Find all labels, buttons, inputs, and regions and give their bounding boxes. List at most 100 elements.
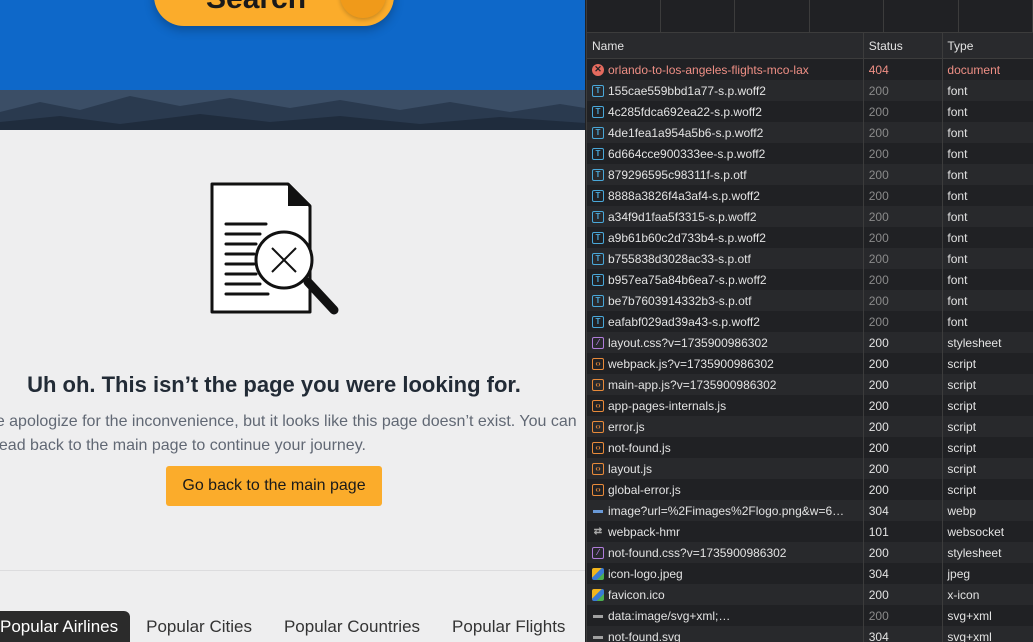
request-status: 200 bbox=[864, 269, 944, 290]
font-icon: T bbox=[592, 294, 604, 307]
request-name: favicon.ico bbox=[608, 587, 665, 602]
request-status: 200 bbox=[864, 479, 944, 500]
request-name: not-found.css?v=1735900986302 bbox=[608, 545, 787, 560]
script-icon: ‹› bbox=[592, 399, 604, 412]
request-type: font bbox=[947, 251, 968, 266]
request-status: 200 bbox=[864, 227, 944, 248]
network-request-row[interactable]: T 4de1fea1a954a5b6-s.p.woff2 200 font bbox=[587, 122, 1033, 143]
network-request-row[interactable]: T 6d664cce900333ee-s.p.woff2 200 font bbox=[587, 143, 1033, 164]
request-status: 200 bbox=[864, 416, 944, 437]
network-request-row[interactable]: T 879296595c98311f-s.p.otf 200 font bbox=[587, 164, 1033, 185]
request-type: x-icon bbox=[947, 587, 980, 602]
tab-popular-cities[interactable]: Popular Cities bbox=[146, 611, 252, 642]
error-message-line-1: We apologize for the inconvenience, but … bbox=[0, 413, 577, 430]
webp-icon: ▬ bbox=[593, 505, 603, 516]
network-request-row[interactable]: ▬ image?url=%2Fimages%2Flogo.png&w=6… 304 w… bbox=[587, 500, 1033, 521]
network-request-row[interactable]: T 4c285fdca692ea22-s.p.woff2 200 font bbox=[587, 101, 1033, 122]
network-timeline-overview[interactable] bbox=[587, 0, 1033, 33]
request-type: script bbox=[947, 461, 977, 476]
network-request-row[interactable]: ‹› global-error.js 200 script bbox=[587, 479, 1033, 500]
tab-popular-countries[interactable]: Popular Countries bbox=[284, 611, 420, 642]
request-name: 879296595c98311f-s.p.otf bbox=[608, 167, 747, 182]
section-divider bbox=[0, 570, 585, 571]
network-request-row[interactable]: ▬ not-found.svg 304 svg+xml bbox=[587, 626, 1033, 642]
script-icon: ‹› bbox=[592, 357, 604, 370]
request-type: font bbox=[947, 230, 968, 245]
network-request-row[interactable]: ‹› layout.js 200 script bbox=[587, 458, 1033, 479]
request-status: 200 bbox=[864, 101, 944, 122]
request-type: jpeg bbox=[947, 566, 971, 581]
request-name: not-found.svg bbox=[608, 629, 681, 642]
network-request-row[interactable]: ⇄ webpack-hmr 101 websocket bbox=[587, 521, 1033, 542]
network-request-row[interactable]: ✕ orlando-to-los-angeles-flights-mco-lax 4… bbox=[587, 59, 1033, 80]
request-name: 6d664cce900333ee-s.p.woff2 bbox=[608, 146, 766, 161]
request-name: 4de1fea1a954a5b6-s.p.woff2 bbox=[608, 125, 764, 140]
request-name: icon-logo.jpeg bbox=[608, 566, 683, 581]
request-name: a34f9d1faa5f3315-s.p.woff2 bbox=[608, 209, 757, 224]
network-request-row[interactable]: icon-logo.jpeg 304 jpeg bbox=[587, 563, 1033, 584]
font-icon: T bbox=[592, 84, 604, 97]
network-request-row[interactable]: Tb755838d3028ac33-s.p.otf 200 font bbox=[587, 248, 1033, 269]
request-name: global-error.js bbox=[608, 482, 681, 497]
request-type: svg+xml bbox=[947, 608, 992, 623]
network-request-row[interactable]: ‹› error.js 200 script bbox=[587, 416, 1033, 437]
request-type: script bbox=[947, 377, 977, 392]
network-request-row[interactable]: T 8888a3826f4a3af4-s.p.woff2 200 font bbox=[587, 185, 1033, 206]
devtools-network-panel: Name Status Type ✕ orlando-to-los-angeles… bbox=[586, 0, 1033, 642]
request-name: webpack-hmr bbox=[608, 524, 681, 539]
script-icon: ‹› bbox=[592, 441, 604, 454]
request-type: font bbox=[947, 83, 968, 98]
network-request-row[interactable]: Tb957ea75a84b6ea7-s.p.woff2 200 font bbox=[587, 269, 1033, 290]
network-request-row[interactable]: ▬ data:image/svg+xml;… 200 svg+xml bbox=[587, 605, 1033, 626]
request-status: 200 bbox=[864, 248, 944, 269]
request-type: document bbox=[947, 62, 1001, 77]
font-icon: T bbox=[592, 126, 604, 139]
request-status: 200 bbox=[864, 542, 944, 563]
column-header-name[interactable]: Name bbox=[587, 33, 864, 58]
column-header-status[interactable]: Status bbox=[864, 33, 944, 58]
search-button[interactable]: Search bbox=[154, 0, 394, 26]
request-name: eafabf029ad39a43-s.p.woff2 bbox=[608, 314, 760, 329]
tab-popular-airlines[interactable]: Popular Airlines bbox=[0, 611, 131, 642]
network-request-row[interactable]: Ta34f9d1faa5f3315-s.p.woff2 200 font bbox=[587, 206, 1033, 227]
request-type: websocket bbox=[947, 524, 1005, 539]
request-status: 200 bbox=[864, 164, 944, 185]
request-status: 200 bbox=[864, 185, 944, 206]
svg-icon: ▬ bbox=[593, 610, 603, 621]
request-name: 155cae559bbd1a77-s.p.woff2 bbox=[608, 83, 766, 98]
tab-popular-flights[interactable]: Popular Flights bbox=[452, 611, 565, 642]
column-header-type[interactable]: Type bbox=[943, 33, 1033, 58]
network-request-row[interactable]: ‹› webpack.js?v=1735900986302 200 script bbox=[587, 353, 1033, 374]
hero-banner: Search bbox=[0, 0, 585, 90]
request-type: font bbox=[947, 293, 968, 308]
request-status: 304 bbox=[864, 563, 944, 584]
request-type: font bbox=[947, 167, 968, 182]
request-type: stylesheet bbox=[947, 335, 1002, 350]
network-request-row[interactable]: Tbe7b7603914332b3-s.p.otf 200 font bbox=[587, 290, 1033, 311]
network-request-row[interactable]: T 155cae559bbd1a77-s.p.woff2 200 font bbox=[587, 80, 1033, 101]
font-icon: T bbox=[592, 189, 604, 202]
font-icon: T bbox=[592, 273, 604, 286]
script-icon: ‹› bbox=[592, 378, 604, 391]
network-request-row[interactable]: ‹› app-pages-internals.js 200 script bbox=[587, 395, 1033, 416]
font-icon: T bbox=[592, 168, 604, 181]
network-request-row[interactable]: ⁄ not-found.css?v=1735900986302 200 stylesh… bbox=[587, 542, 1033, 563]
network-request-row[interactable]: ‹› not-found.js 200 script bbox=[587, 437, 1033, 458]
network-request-row[interactable]: ‹› main-app.js?v=1735900986302 200 script bbox=[587, 374, 1033, 395]
font-icon: T bbox=[592, 252, 604, 265]
request-name: a9b61b60c2d733b4-s.p.woff2 bbox=[608, 230, 766, 245]
request-status: 200 bbox=[864, 332, 944, 353]
request-type: svg+xml bbox=[947, 629, 992, 642]
network-request-row[interactable]: ⁄ layout.css?v=1735900986302 200 stylesheet bbox=[587, 332, 1033, 353]
document-search-error-icon bbox=[200, 176, 345, 321]
request-name: error.js bbox=[608, 419, 645, 434]
request-name: b957ea75a84b6ea7-s.p.woff2 bbox=[608, 272, 767, 287]
font-icon: T bbox=[592, 147, 604, 160]
network-request-row[interactable]: Teafabf029ad39a43-s.p.woff2 200 font bbox=[587, 311, 1033, 332]
network-request-row[interactable]: favicon.ico 200 x-icon bbox=[587, 584, 1033, 605]
request-name: layout.js bbox=[608, 461, 653, 476]
font-icon: T bbox=[592, 315, 604, 328]
go-back-home-button[interactable]: Go back to the main page bbox=[166, 466, 382, 506]
request-status: 200 bbox=[864, 353, 944, 374]
network-request-row[interactable]: Ta9b61b60c2d733b4-s.p.woff2 200 font bbox=[587, 227, 1033, 248]
